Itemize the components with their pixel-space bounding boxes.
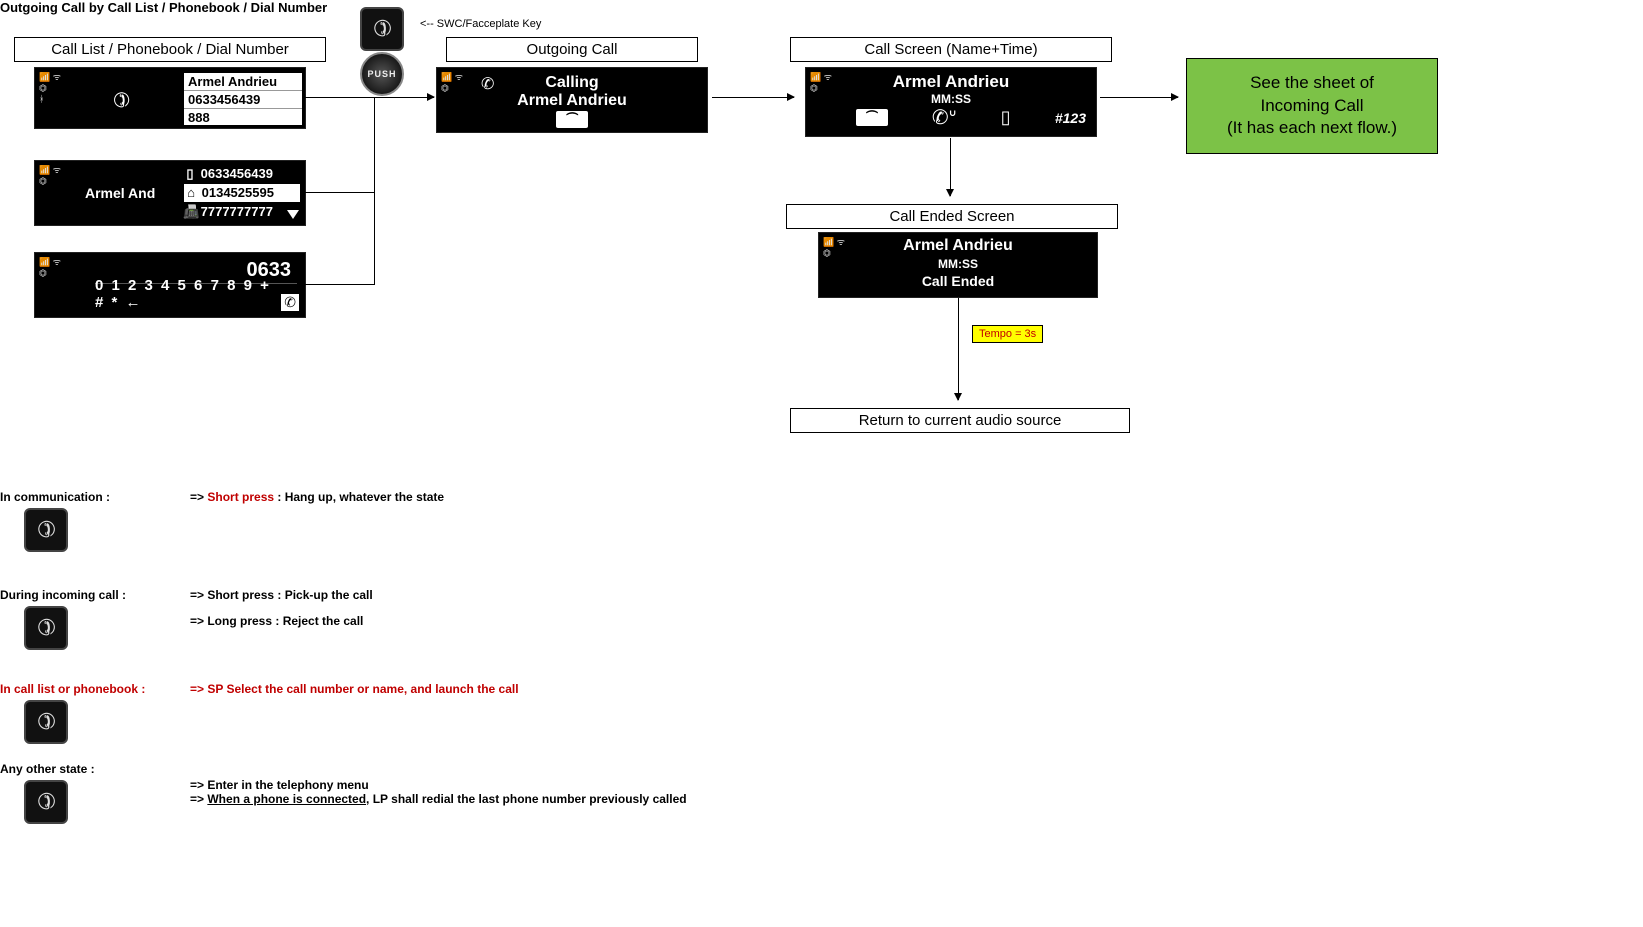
device-icon: ▯ (1001, 107, 1011, 128)
legend-action: => Enter in the telephony menu (190, 778, 369, 792)
selectors-label: Call List / Phonebook / Dial Number (14, 37, 326, 62)
arrow-right-icon (374, 97, 434, 98)
legend-state-label: In call list or phonebook : (0, 682, 145, 696)
mobile-icon: ▯ (183, 165, 197, 183)
legend-text-part: => (190, 490, 207, 504)
page-title: Outgoing Call by Call List / Phonebook /… (0, 0, 327, 15)
legend-action: => SP Select the call number or name, an… (190, 682, 519, 696)
return-label: Return to current audio source (790, 408, 1130, 433)
call-list-entries: Armel Andrieu 0633456439 888 (183, 72, 303, 126)
phonebook-number: 0134525595 (202, 185, 274, 200)
push-knob-icon: PUSH (360, 52, 404, 96)
connector-line (374, 97, 375, 285)
ended-label: Call Ended Screen (786, 204, 1118, 229)
connector-line (304, 192, 374, 193)
dtmf-code: #123 (1055, 110, 1086, 126)
scroll-up-icon (287, 74, 299, 83)
phone-key-icon: ✆ (360, 7, 404, 51)
legend-state-label: In communication : (0, 490, 110, 504)
legend-state-label: Any other state : (0, 762, 95, 776)
phonebook-name: Armel And (85, 185, 155, 201)
ended-status: Call Ended (819, 273, 1097, 289)
outgoing-label: Outgoing Call (446, 37, 698, 62)
outgoing-call-screen: 📶 ᯤ⏣ ✆ Calling Armel Andrieu ⏜ (436, 67, 708, 133)
phone-key-icon: ✆ (24, 508, 68, 552)
legend-state-label: During incoming call : (0, 588, 126, 602)
home-icon: ⌂ (184, 184, 198, 202)
legend-text-part: , LP shall redial the last phone number … (366, 792, 687, 806)
legend-text-part: : Hang up, whatever the state (274, 490, 444, 504)
signal-icon: 📶 ᯤ⏣ (39, 257, 73, 287)
callscreen-label: Call Screen (Name+Time) (790, 37, 1112, 62)
ended-time: MM:SS (819, 257, 1097, 271)
tempo-note: Tempo = 3s (972, 325, 1043, 343)
push-label: PUSH (367, 69, 396, 79)
list-item: 888 (184, 109, 302, 126)
dial-call-icon: ✆ (281, 294, 299, 311)
phonebook-number: 7777777777 (201, 204, 273, 219)
arrow-right-icon (712, 97, 794, 98)
legend-action: => When a phone is connected, LP shall r… (190, 792, 687, 806)
phonebook-screen: 📶 ᯤ⏣ Armel And ▯ 0633456439 ⌂ 0134525595… (34, 160, 306, 226)
phone-key-icon: ✆ (24, 606, 68, 650)
arrow-down-icon (950, 138, 951, 196)
call-ended-screen: 📶 ᯤ⏣ Armel Andrieu MM:SS Call Ended (818, 232, 1098, 298)
fax-icon: 📠 (183, 203, 197, 221)
green-line: (It has each next flow.) (1227, 117, 1397, 140)
signal-icon: 📶 ᯤ⏣ (39, 165, 73, 195)
legend-action: => Long press : Reject the call (190, 614, 363, 628)
calling-text: Calling (437, 74, 707, 92)
phone-key-icon: ✆ (24, 780, 68, 824)
connector-line (304, 284, 374, 285)
arrow-down-icon (958, 298, 959, 400)
active-call-screen: 📶 ᯤ⏣ Armel Andrieu MM:SS ⏜ ✆ᐡ ▯ #123 (805, 67, 1097, 137)
see-incoming-call-ref: See the sheet of Incoming Call (It has e… (1186, 58, 1438, 154)
scroll-down-icon (287, 210, 299, 219)
hangup-icon: ⏜ (856, 109, 888, 126)
legend-text-part: When a phone is connected (207, 792, 366, 806)
green-line: Incoming Call (1227, 95, 1397, 118)
swc-note: <-- SWC/Facceplate Key (420, 18, 541, 30)
caller-name: Armel Andrieu (806, 72, 1096, 92)
phone-key-icon: ✆ (24, 700, 68, 744)
scroll-down-icon (287, 113, 299, 122)
hangup-button: ⏜ (437, 111, 707, 128)
list-item: 0633456439 (184, 91, 302, 109)
connector-line (304, 97, 374, 98)
list-item: Armel Andrieu (184, 73, 302, 91)
dial-keys: 0 1 2 3 4 5 6 7 8 9 + # * ← (95, 277, 275, 311)
call-list-screen: 📶 ᯤ⏣ᚼ ✆ Armel Andrieu 0633456439 888 (34, 67, 306, 129)
signal-icon: 📶 ᯤ⏣ᚼ (39, 72, 73, 102)
hold-icon: ✆ᐡ (932, 105, 957, 130)
legend-text-part: Short press (207, 490, 274, 504)
phonebook-number: 0633456439 (201, 166, 273, 181)
legend-action: => Short press : Pick-up the call (190, 588, 373, 602)
calling-name: Armel Andrieu (437, 92, 707, 110)
ended-name: Armel Andrieu (819, 237, 1097, 255)
arrow-right-icon (1100, 97, 1178, 98)
phonebook-entries: ▯ 0633456439 ⌂ 0134525595 📠 7777777777 (183, 165, 301, 221)
legend-text-part: => (190, 792, 207, 806)
green-line: See the sheet of (1227, 72, 1397, 95)
dial-screen: 📶 ᯤ⏣ 0633 0 1 2 3 4 5 6 7 8 9 + # * ← ✆ (34, 252, 306, 318)
flow-diagram-page: Outgoing Call by Call List / Phonebook /… (0, 0, 1643, 927)
phone-icon: ✆ (109, 86, 133, 115)
legend-action: => Short press : Hang up, whatever the s… (190, 490, 444, 504)
call-time: MM:SS (806, 92, 1096, 106)
